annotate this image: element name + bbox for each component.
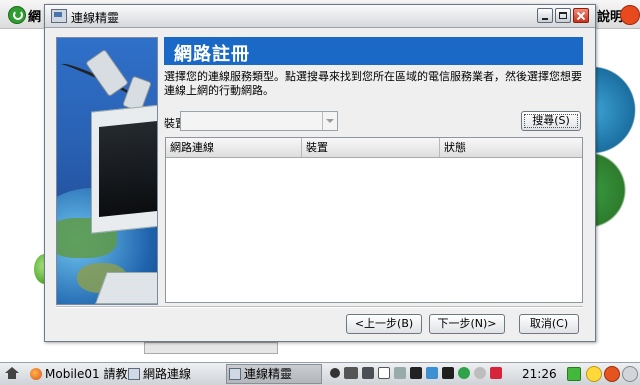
next-button[interactable]: 下一步(N)> [429,314,505,334]
smile-icon[interactable] [586,366,602,382]
background-panel-edge [144,342,278,354]
home-icon[interactable] [5,367,19,379]
font-icon[interactable] [394,367,406,379]
chevron-down-icon[interactable] [322,112,337,130]
app-logo-icon [8,6,26,24]
wizard-illustration [56,37,158,305]
network-window-icon [51,9,67,23]
table-header: 網路連線 裝置 狀態 [166,138,582,158]
chat-icon[interactable] [426,367,438,379]
divider [56,306,583,308]
search-button[interactable]: 搜尋(S) [521,111,581,131]
background-close-icon[interactable] [620,5,640,25]
network-window-icon [128,368,140,380]
mute-icon[interactable] [442,367,454,379]
column-header-status[interactable]: 狀態 [440,138,582,157]
taskbar-item-label: 網路連線 [143,367,192,381]
taskbar-item-label: 連線精靈 [244,367,293,381]
network-icon[interactable] [362,367,374,379]
taskbar-item-mobile01[interactable]: Mobile01 請教 [30,365,127,383]
column-header-connection[interactable]: 網路連線 [166,138,302,157]
page-header-banner: 網路註冊 [164,37,583,65]
clock[interactable]: 21:26 [522,365,557,383]
hardware-icon[interactable] [474,367,486,379]
background-app-title: 網 [28,10,42,25]
network-table[interactable]: 網路連線 裝置 狀態 [165,137,583,303]
volume-icon[interactable] [410,367,422,379]
firefox-icon [30,368,42,380]
cancel-button[interactable]: 取消(C) [519,314,579,334]
keyboard-image [95,272,157,304]
power-icon[interactable] [604,366,620,382]
page-description: 選擇您的連線服務類型。點選搜尋來找到您所在區域的電信服務業者，然後選擇您想要連線… [164,70,582,97]
back-button[interactable]: <上一步(B) [346,314,422,334]
wifi-icon[interactable] [330,368,340,378]
close-button[interactable] [573,8,589,23]
globe-icon[interactable] [458,367,470,379]
taskbar-item-label: Mobile01 請教 [45,367,128,381]
decorative-shape [592,60,640,160]
maximize-button[interactable] [555,8,571,23]
battery-icon[interactable] [344,367,358,379]
exit-icon[interactable] [622,366,638,382]
network-window-icon [229,368,241,380]
monitor-screen-image [99,120,157,218]
device-dropdown[interactable] [180,111,338,131]
dialog-title: 連線精靈 [71,11,120,25]
clipboard-icon[interactable] [378,367,390,379]
column-header-device[interactable]: 裝置 [302,138,440,157]
taskbar: Mobile01 請教 網路連線 連線精靈 21:26 [0,362,640,385]
taskbar-item-connection-wizard[interactable]: 連線精靈 [226,364,322,384]
status-icon[interactable] [567,367,581,381]
minimize-button[interactable] [537,8,553,23]
taskbar-item-network-connections[interactable]: 網路連線 [128,365,191,383]
page-title: 網路註冊 [174,44,250,65]
shield-icon[interactable] [490,367,502,379]
connection-wizard-dialog: 連線精靈 網路註冊 選擇您的連線服務類型。點選搜尋來找到您所在區域的電信服務業者… [44,4,596,342]
dialog-titlebar[interactable]: 連線精靈 [45,5,595,28]
